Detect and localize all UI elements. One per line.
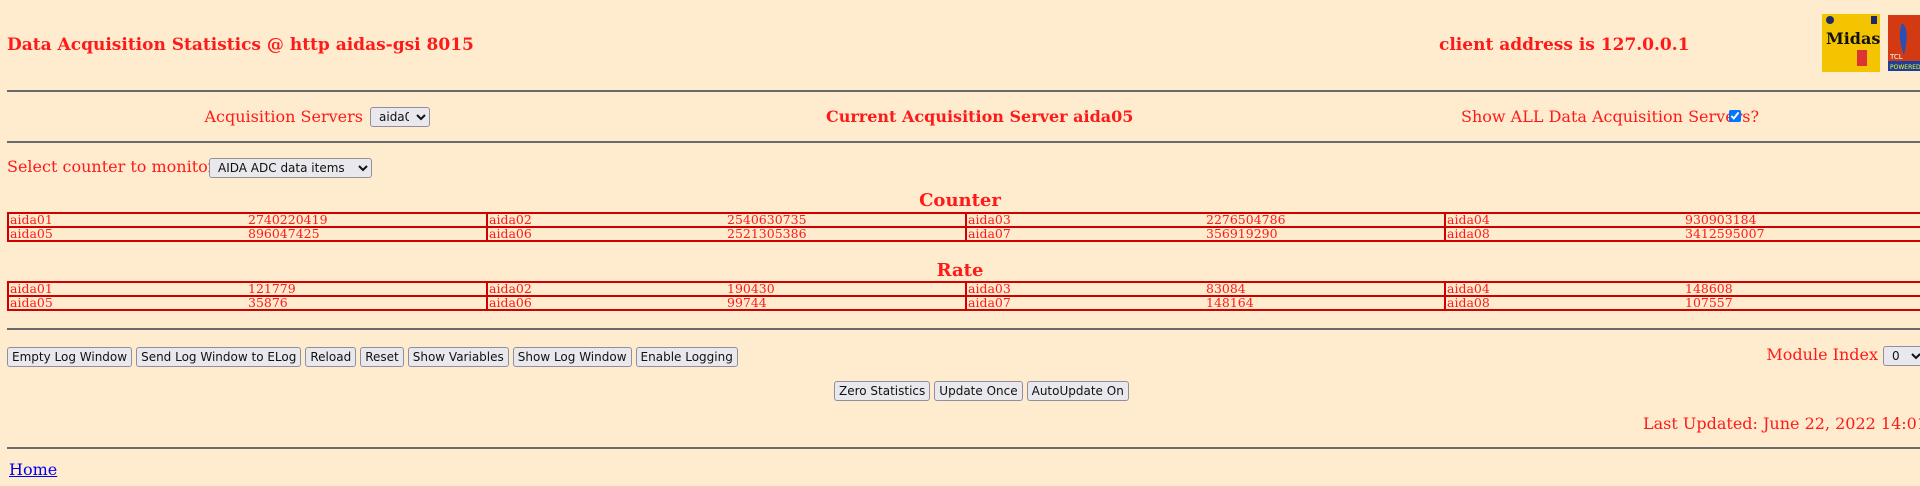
show-all-servers-label: Show ALL Data Acquisition Servers? — [1461, 107, 1760, 126]
table-row: aida05 896047425 aida06 2521305386 aida07 356… — [7, 226, 1920, 242]
cell-server: aida02 — [486, 281, 726, 297]
cell-server: aida07 — [965, 226, 1205, 242]
module-index-select[interactable]: 0 — [1883, 346, 1920, 366]
cell-server: aida06 — [486, 226, 726, 242]
divider — [7, 141, 1920, 143]
cell-server: aida06 — [486, 295, 726, 311]
show-all-servers-checkbox[interactable] — [1729, 110, 1741, 122]
cell-value: 2276504786 — [1205, 212, 1446, 228]
rate-heading: Rate — [936, 260, 984, 281]
show-variables-button[interactable]: Show Variables — [407, 347, 509, 367]
counter-table: aida01 2740220419 aida02 2540630735 aida03 22… — [7, 212, 1920, 242]
divider — [7, 328, 1920, 330]
cell-value: 83084 — [1205, 281, 1446, 297]
cell-server: aida07 — [965, 295, 1205, 311]
cell-server: aida08 — [1444, 295, 1684, 311]
cell-server: aida03 — [965, 281, 1205, 297]
cell-value: 99744 — [726, 295, 967, 311]
rate-table: aida01 121779 aida02 190430 aida03 83084 aida0… — [7, 281, 1920, 311]
cell-value: 896047425 — [247, 226, 488, 242]
log-button-bar: Empty Log Window Send Log Window to ELog R… — [7, 346, 742, 367]
show-log-window-button[interactable]: Show Log Window — [512, 347, 632, 367]
cell-server: aida05 — [7, 226, 247, 242]
enable-logging-button[interactable]: Enable Logging — [635, 347, 738, 367]
acquisition-server-select[interactable]: aida05 — [370, 107, 430, 127]
cell-value: 930903184 — [1684, 212, 1920, 228]
table-row: aida05 35876 aida06 99744 aida07 148164 aida08… — [7, 295, 1920, 311]
last-updated: Last Updated: June 22, 2022 14:01:53 — [1643, 414, 1920, 433]
update-once-button[interactable]: Update Once — [934, 381, 1023, 401]
cell-server: aida04 — [1444, 281, 1684, 297]
cell-value: 2521305386 — [726, 226, 967, 242]
acquisition-servers-label: Acquisition Servers — [204, 107, 363, 126]
cell-value: 2540630735 — [726, 212, 967, 228]
cell-value: 107557 — [1684, 295, 1920, 311]
cell-value: 148608 — [1684, 281, 1920, 297]
module-index-label: Module Index — [1766, 345, 1878, 364]
page-title: Data Acquisition Statistics @ http aidas… — [7, 35, 474, 55]
cell-server: aida03 — [965, 212, 1205, 228]
cell-server: aida04 — [1444, 212, 1684, 228]
zero-statistics-button[interactable]: Zero Statistics — [834, 381, 931, 401]
autoupdate-on-button[interactable]: AutoUpdate On — [1026, 381, 1129, 401]
reload-button[interactable]: Reload — [305, 347, 357, 367]
svg-text:TCL: TCL — [1889, 53, 1903, 61]
cell-server: aida02 — [486, 212, 726, 228]
counter-heading: Counter — [919, 190, 1001, 211]
table-row: aida01 2740220419 aida02 2540630735 aida03 22… — [7, 212, 1920, 228]
cell-value: 356919290 — [1205, 226, 1446, 242]
svg-text:Midas: Midas — [1826, 29, 1880, 48]
table-row: aida01 121779 aida02 190430 aida03 83084 aida0… — [7, 281, 1920, 297]
current-server: Current Acquisition Server aida05 — [826, 107, 1134, 126]
home-link[interactable]: Home — [9, 460, 57, 479]
cell-value: 35876 — [247, 295, 488, 311]
cell-value: 3412595007 — [1684, 226, 1920, 242]
cell-server: aida01 — [7, 212, 247, 228]
empty-log-window-button[interactable]: Empty Log Window — [7, 347, 133, 367]
send-log-window-to-elog-button[interactable]: Send Log Window to ELog — [136, 347, 302, 367]
cell-server: aida01 — [7, 281, 247, 297]
midas-logo: Midas — [1822, 14, 1880, 72]
cell-server: aida08 — [1444, 226, 1684, 242]
select-counter-label: Select counter to monitor — [7, 157, 216, 176]
client-address: client address is 127.0.0.1 — [1439, 35, 1690, 55]
svg-text:POWERED: POWERED — [1890, 64, 1920, 71]
tcl-powered-logo: TCL POWERED — [1888, 15, 1920, 71]
statistics-button-bar: Zero Statistics Update Once AutoUpdate On — [834, 380, 1133, 401]
cell-value: 2740220419 — [247, 212, 488, 228]
cell-value: 148164 — [1205, 295, 1446, 311]
cell-value: 190430 — [726, 281, 967, 297]
cell-value: 121779 — [247, 281, 488, 297]
reset-button[interactable]: Reset — [360, 347, 404, 367]
divider — [7, 90, 1920, 92]
divider — [7, 447, 1920, 449]
counter-select[interactable]: AIDA ADC data items — [209, 158, 372, 178]
cell-server: aida05 — [7, 295, 247, 311]
